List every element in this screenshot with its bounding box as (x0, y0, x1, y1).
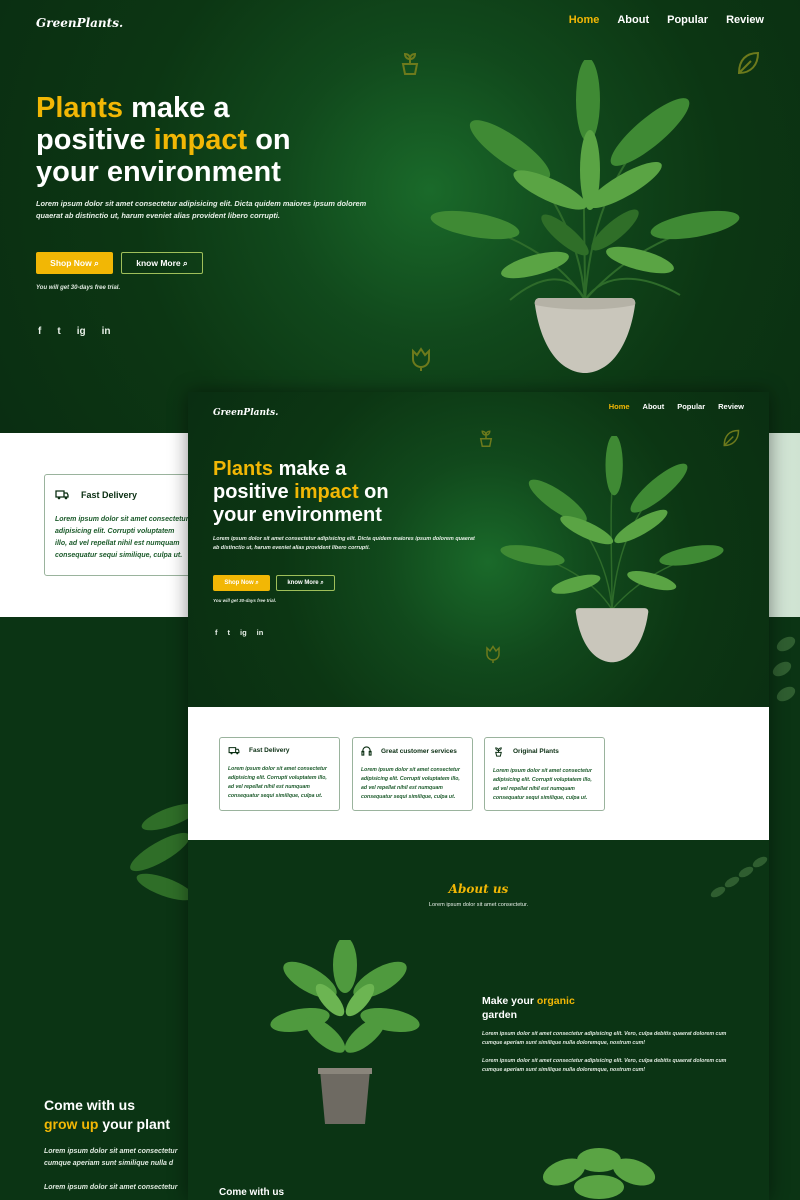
headset-icon (361, 746, 372, 756)
about-subtitle: Lorem ipsum dolor sit amet consectetur. (428, 902, 529, 908)
fg-nav-review[interactable]: Review (718, 402, 744, 411)
about-paragraph-1: Lorem ipsum dolor sit amet consectetur a… (482, 1031, 727, 1046)
leaf-icon: ⌕ (253, 579, 259, 586)
facebook-icon[interactable]: f (215, 628, 218, 637)
foreground-page-preview: GreenPlants. Home About Popular Review P… (188, 392, 769, 1200)
feature-card-fast-delivery-bg: Fast Delivery Lorem ipsum dolor sit amet… (44, 474, 204, 576)
linkedin-icon[interactable]: in (257, 628, 264, 637)
fg-brand-logo[interactable]: GreenPlants. (213, 408, 278, 418)
fg-nav-about[interactable]: About (643, 402, 665, 411)
about-title: About us (448, 882, 509, 896)
leaf-icon: ⌕ (91, 257, 99, 268)
nav-popular[interactable]: Popular (667, 14, 708, 26)
top-nav: GreenPlants. Home About Popular Review (36, 14, 764, 30)
pot-plant-icon (401, 52, 419, 75)
hero-heading: Plants make a positive impact on your en… (36, 92, 291, 188)
fern-leaves-image (772, 636, 796, 702)
know-more-button[interactable]: know More ⌕ (121, 252, 203, 274)
feature-card-fast-delivery: Fast Delivery Lorem ipsum dolor sit amet… (219, 737, 340, 811)
pot-plant-icon (479, 430, 493, 447)
twitter-icon[interactable]: t (228, 628, 231, 637)
fg-hero-plant-image (500, 436, 724, 663)
nav-review[interactable]: Review (726, 14, 764, 26)
fg-nav-popular[interactable]: Popular (677, 402, 705, 411)
about-plant-image (270, 940, 420, 1124)
trial-note: You will get 30-days free trial. (36, 285, 121, 291)
fg-nav-home[interactable]: Home (609, 402, 630, 411)
nav-links: Home About Popular Review (569, 14, 764, 26)
leaf-icon (723, 429, 740, 447)
hero-plant-image (430, 60, 740, 373)
fg-social-links: f t ig in (215, 628, 263, 637)
fg-top-nav: GreenPlants. Home About Popular Review (213, 402, 744, 418)
fg-shop-now-button[interactable]: Shop Now ⌕ (213, 575, 270, 591)
nav-about[interactable]: About (617, 14, 649, 26)
fg-hero: GreenPlants. Home About Popular Review P… (188, 392, 769, 707)
feature-card-original-plants: Original Plants Lorem ipsum dolor sit am… (484, 737, 605, 811)
about-paragraph-2: Lorem ipsum dolor sit amet consectetur a… (482, 1058, 727, 1073)
fg-hero-paragraph: Lorem ipsum dolor sit amet consectetur a… (213, 536, 475, 551)
nav-home[interactable]: Home (569, 14, 600, 26)
come-with-us-heading-bg: Come with us grow up your plant (44, 1097, 170, 1132)
leaf-icon: ⌕ (318, 579, 324, 586)
come-with-us-heading: Come with us (219, 1187, 285, 1198)
fg-know-more-button[interactable]: know More ⌕ (276, 575, 335, 591)
facebook-icon[interactable]: f (38, 326, 41, 337)
feature-card-customer-services: Great customer services Lorem ipsum dolo… (352, 737, 473, 811)
feature-card-text: Lorem ipsum dolor sit amet consectetur a… (55, 516, 189, 559)
come-with-us-text-bg: Lorem ipsum dolor sit amet consectetur c… (44, 1148, 178, 1191)
fg-hero-heading: Plants make a positive impact on your en… (213, 458, 389, 526)
pothos-plant-image (542, 1148, 656, 1199)
fg-trial-note: You will get 30-days free trial. (213, 598, 277, 603)
truck-icon (228, 747, 240, 755)
shop-now-button[interactable]: Shop Now ⌕ (36, 252, 113, 274)
linkedin-icon[interactable]: in (102, 326, 111, 337)
sprout-icon (495, 747, 502, 757)
instagram-icon[interactable]: ig (77, 326, 86, 337)
background-hero: GreenPlants. Home About Popular Review P… (0, 0, 800, 433)
leaf-icon: ⌕ (180, 257, 188, 268)
make-garden-heading: Make your organic garden (482, 995, 575, 1021)
instagram-icon[interactable]: ig (240, 628, 247, 637)
fg-nav-links: Home About Popular Review (609, 402, 744, 411)
brand-logo[interactable]: GreenPlants. (36, 16, 123, 30)
hero-paragraph: Lorem ipsum dolor sit amet consectetur a… (36, 199, 367, 220)
truck-icon (55, 490, 69, 500)
social-links: f t ig in (38, 326, 110, 337)
twitter-icon[interactable]: t (57, 326, 60, 337)
plant-leaves-image (130, 803, 190, 901)
